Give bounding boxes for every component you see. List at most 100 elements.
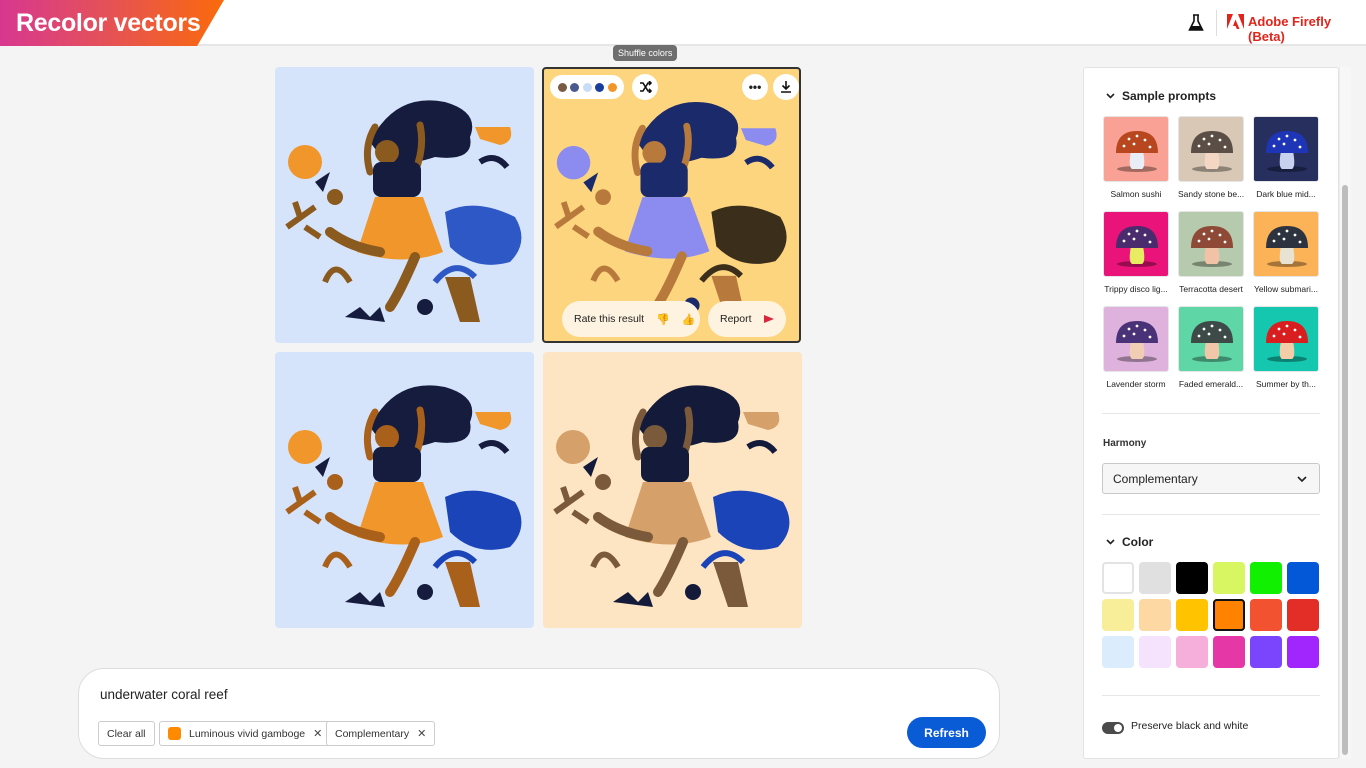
blob (711, 205, 787, 264)
sample-prompt-thumbnail (1178, 211, 1244, 277)
color-swatch[interactable] (1213, 636, 1245, 668)
sample-prompt-item[interactable]: Trippy disco lig... (1103, 211, 1169, 294)
adobe-logo-icon[interactable] (1227, 14, 1244, 29)
divider (1102, 695, 1320, 696)
color-swatch[interactable] (1102, 562, 1134, 594)
sample-prompt-thumbnail (1253, 116, 1319, 182)
panel-scrollbar-thumb[interactable] (1342, 185, 1348, 755)
top (373, 162, 421, 197)
color-swatch[interactable] (1102, 599, 1134, 631)
art-shape (285, 486, 322, 525)
sample-prompt-item[interactable]: Summer by th... (1253, 306, 1319, 389)
face (643, 425, 667, 449)
remove-chip-icon[interactable]: ✕ (313, 727, 322, 740)
beaker-icon[interactable] (1188, 14, 1204, 32)
download-button[interactable] (773, 74, 799, 100)
clear-all-button[interactable]: Clear all (98, 721, 155, 746)
sample-prompts-title: Sample prompts (1122, 89, 1217, 103)
sample-prompt-label: Faded emerald... (1178, 379, 1244, 389)
face (375, 425, 399, 449)
result-card-4[interactable] (543, 352, 802, 628)
divider (1102, 413, 1320, 414)
sample-prompt-label: Yellow submari... (1254, 284, 1318, 294)
color-swatch[interactable] (1139, 562, 1171, 594)
color-swatch[interactable] (1102, 636, 1134, 668)
art-shape (556, 145, 591, 180)
art-shape (595, 189, 611, 205)
top (641, 447, 689, 482)
result-card-2[interactable]: ••• Rate this result 👎 👍 Report (542, 67, 801, 343)
color-swatch[interactable] (1287, 636, 1319, 668)
art-shape (322, 551, 353, 569)
harmony-select[interactable]: Complementary (1102, 463, 1320, 494)
result-card-1[interactable] (275, 67, 534, 343)
art-shape (445, 277, 480, 322)
sample-prompt-item[interactable]: Salmon sushi (1103, 116, 1169, 199)
color-swatch[interactable] (1287, 562, 1319, 594)
blob (445, 490, 522, 550)
art-shape (445, 562, 480, 607)
chevron-down-icon (1297, 475, 1307, 482)
harmony-chip[interactable]: Complementary ✕ (326, 721, 436, 746)
brand-name[interactable]: Adobe Firefly (Beta) (1248, 14, 1366, 44)
sample-prompt-item[interactable]: Lavender storm (1103, 306, 1169, 389)
mushroom-icon (1191, 226, 1233, 267)
color-swatch[interactable] (1176, 599, 1208, 631)
sample-prompts-header[interactable]: Sample prompts (1106, 89, 1216, 103)
sample-prompt-thumbnail (1253, 211, 1319, 277)
mushroom-icon (1116, 131, 1158, 172)
color-swatch[interactable] (1250, 562, 1282, 594)
thumbs-up-icon[interactable]: 👍 (682, 313, 696, 326)
art-shape (475, 127, 512, 145)
art-shape (613, 592, 653, 607)
vector-artwork (285, 385, 522, 607)
top (373, 447, 421, 482)
sample-prompt-label: Trippy disco lig... (1104, 284, 1168, 294)
sample-prompt-thumbnail (1103, 116, 1169, 182)
art-shape (743, 412, 780, 430)
thumbs-down-icon[interactable]: 👎 (656, 313, 670, 326)
page-title: Recolor vectors (16, 9, 201, 37)
palette-preview[interactable] (550, 75, 624, 99)
face (375, 140, 399, 164)
color-swatch[interactable] (1213, 562, 1245, 594)
palette-color-dot (557, 82, 567, 92)
more-options-icon: ••• (748, 80, 762, 94)
art-shape (740, 128, 777, 146)
color-chip-swatch (168, 727, 181, 740)
color-swatch[interactable] (1287, 599, 1319, 631)
color-chip[interactable]: Luminous vivid gamboge ✕ (159, 721, 332, 746)
color-swatch[interactable] (1139, 599, 1171, 631)
shuffle-icon (639, 81, 652, 93)
art-shape (713, 562, 748, 607)
color-swatch[interactable] (1139, 636, 1171, 668)
sample-prompt-item[interactable]: Terracotta desert (1178, 211, 1244, 294)
top (640, 162, 688, 198)
report-button[interactable]: Report (708, 301, 786, 337)
prompt-input[interactable]: underwater coral reef (100, 687, 228, 702)
mushroom-icon (1116, 226, 1158, 267)
art-shape (478, 155, 510, 169)
settings-panel: Sample prompts Salmon sushi Sandy stone … (1083, 67, 1339, 759)
shuffle-colors-button[interactable] (632, 74, 658, 100)
color-swatch[interactable] (1250, 636, 1282, 668)
mushroom-icon (1116, 321, 1158, 362)
refresh-button[interactable]: Refresh (907, 717, 986, 748)
sample-prompt-item[interactable]: Yellow submari... (1253, 211, 1319, 294)
color-header[interactable]: Color (1106, 535, 1153, 549)
more-options-button[interactable]: ••• (742, 74, 768, 100)
art-shape (315, 457, 330, 477)
color-swatch[interactable] (1213, 599, 1245, 631)
shuffle-colors-tooltip: Shuffle colors (613, 45, 678, 61)
harmony-chip-label: Complementary (335, 727, 410, 740)
rate-label: Rate this result (574, 313, 645, 325)
sample-prompt-item[interactable]: Sandy stone be... (1178, 116, 1244, 199)
result-card-3[interactable] (275, 352, 534, 628)
preserve-toggle[interactable] (1102, 722, 1124, 734)
color-swatch[interactable] (1176, 636, 1208, 668)
sample-prompt-item[interactable]: Dark blue mid... (1253, 116, 1319, 199)
sample-prompt-item[interactable]: Faded emerald... (1178, 306, 1244, 389)
remove-chip-icon[interactable]: ✕ (417, 727, 426, 740)
color-swatch[interactable] (1250, 599, 1282, 631)
color-swatch[interactable] (1176, 562, 1208, 594)
